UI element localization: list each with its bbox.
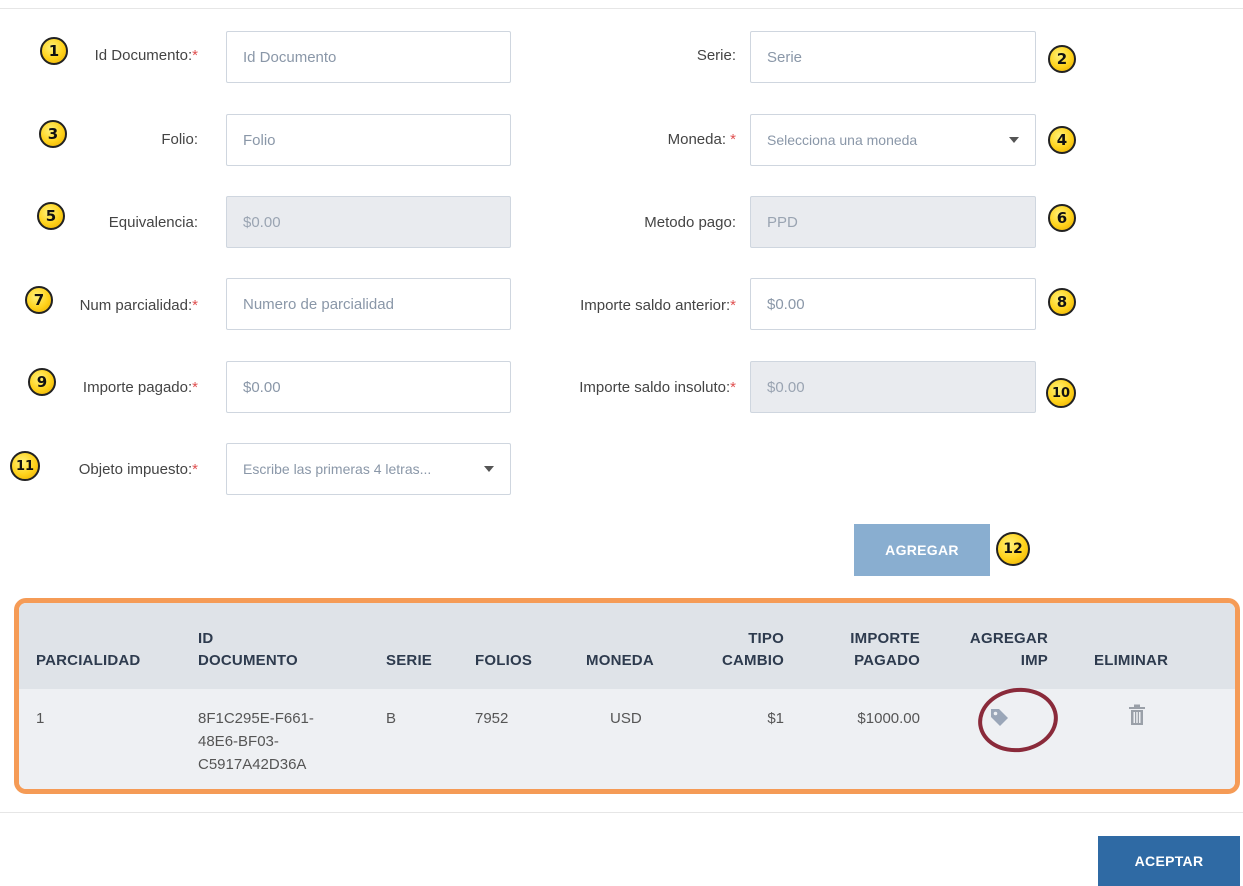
equivalencia-input: $0.00	[226, 196, 511, 248]
cell-folios: 7952	[475, 710, 509, 727]
moneda-select[interactable]: Selecciona una moneda	[750, 114, 1036, 166]
importe-pagado-input[interactable]: $0.00	[226, 361, 511, 413]
step-badge-3: 3	[39, 120, 67, 148]
agregar-button[interactable]: AGREGAR	[854, 524, 990, 576]
importe-saldo-anterior-label: Importe saldo anterior:*	[580, 297, 736, 314]
equivalencia-label: Equivalencia:	[108, 214, 198, 231]
serie-label: Serie:	[696, 47, 736, 64]
id-documento-input[interactable]: Id Documento	[226, 31, 511, 83]
step-badge-1: 1	[40, 37, 68, 65]
header-agregar-imp-line2: IMP	[1020, 652, 1048, 669]
step-badge-6: 6	[1048, 204, 1076, 232]
cell-serie: B	[386, 710, 397, 727]
cell-tipo-cambio: $1	[767, 710, 784, 727]
step-badge-11: 11	[10, 451, 40, 481]
step-badge-12: 12	[996, 532, 1030, 566]
cell-id-documento-line2: 48E6-BF03-	[198, 733, 279, 750]
metodo-pago-input: PPD	[750, 196, 1036, 248]
folio-input[interactable]: Folio	[226, 114, 511, 166]
num-parcialidad-input[interactable]: Numero de parcialidad	[226, 278, 511, 330]
header-eliminar: ELIMINAR	[1094, 652, 1169, 669]
header-importe-pagado-line2: PAGADO	[854, 652, 920, 669]
chevron-down-icon	[1009, 137, 1019, 143]
cell-parcialidad: 1	[36, 710, 45, 727]
header-agregar-imp-line1: AGREGAR	[969, 630, 1048, 647]
importe-saldo-insoluto-input: $0.00	[750, 361, 1036, 413]
step-badge-8: 8	[1048, 288, 1076, 316]
importe-saldo-anterior-input[interactable]: $0.00	[750, 278, 1036, 330]
header-tipo-cambio-line1: TIPO	[748, 630, 784, 647]
objeto-impuesto-select[interactable]: Escribe las primeras 4 letras...	[226, 443, 511, 495]
moneda-label: Moneda: *	[667, 131, 736, 148]
cell-moneda: USD	[610, 710, 642, 727]
importe-saldo-insoluto-label: Importe saldo insoluto:*	[579, 379, 736, 396]
header-serie: SERIE	[386, 652, 433, 669]
header-folios: FOLIOS	[475, 652, 533, 669]
objeto-impuesto-label: Objeto impuesto:*	[78, 461, 198, 478]
header-id-documento-line1: ID	[198, 630, 214, 647]
header-importe-pagado-line1: IMPORTE	[850, 630, 920, 647]
top-divider	[0, 8, 1243, 9]
num-parcialidad-label: Num parcialidad:*	[79, 297, 198, 314]
bottom-divider	[0, 812, 1243, 813]
step-badge-4: 4	[1048, 126, 1076, 154]
step-badge-10: 10	[1046, 378, 1076, 408]
id-documento-label: Id Documento:*	[94, 47, 198, 64]
header-id-documento-line2: DOCUMENTO	[198, 652, 298, 669]
header-parcialidad: PARCIALIDAD	[36, 652, 141, 669]
step-badge-9: 9	[28, 368, 56, 396]
importe-pagado-label: Importe pagado:*	[82, 379, 198, 396]
cell-id-documento-line3: C5917A42D36A	[198, 756, 307, 773]
chevron-down-icon	[484, 466, 494, 472]
cell-id-documento-line1: 8F1C295E-F661-	[198, 710, 314, 727]
serie-input[interactable]: Serie	[750, 31, 1036, 83]
folio-label: Folio:	[161, 131, 198, 148]
cell-importe-pagado: $1000.00	[857, 710, 920, 727]
trash-icon[interactable]	[1128, 704, 1146, 731]
step-badge-5: 5	[37, 202, 65, 230]
header-tipo-cambio-line2: CAMBIO	[721, 652, 784, 669]
aceptar-button[interactable]: ACEPTAR	[1098, 836, 1240, 886]
metodo-pago-label: Metodo pago:	[644, 214, 736, 231]
header-moneda: MONEDA	[586, 652, 654, 669]
step-badge-2: 2	[1048, 45, 1076, 73]
step-badge-7: 7	[25, 286, 53, 314]
